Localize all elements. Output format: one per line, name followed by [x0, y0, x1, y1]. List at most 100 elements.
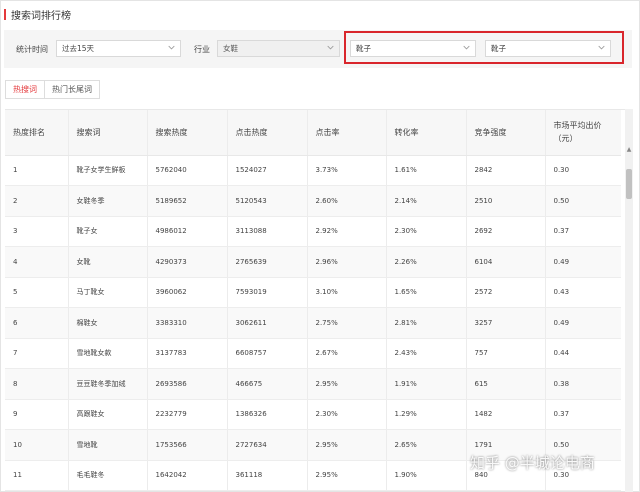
table-cell: 6608757	[227, 338, 308, 369]
table-cell: 1.29%	[386, 399, 467, 430]
table-cell: 2.14%	[386, 185, 467, 217]
column-header[interactable]: 点击热度	[227, 110, 308, 156]
table-cell: 3062611	[227, 307, 308, 339]
table-cell: 靴子女学生鲜板	[68, 155, 148, 186]
table-cell: 女鞋冬季	[68, 185, 148, 217]
table-row: 6 棉鞋女 3383310 3062611 2.75% 2.81% 3257 0…	[5, 307, 621, 339]
table-cell: 2.75%	[307, 307, 387, 339]
chevron-down-icon	[168, 45, 175, 50]
column-header[interactable]: 搜索热度	[147, 110, 228, 156]
table-cell: 0.30	[545, 155, 621, 186]
table-cell: 3	[5, 216, 69, 247]
table-cell: 5189652	[147, 185, 228, 217]
table-cell: 1386326	[227, 399, 308, 430]
title-accent-bar	[4, 8, 6, 20]
table-row: 7 雪地靴女款 3137783 6608757 2.67% 2.43% 757 …	[5, 338, 621, 369]
table-row: 8 豆豆鞋冬季加绒 2693586 466675 2.95% 1.91% 615…	[5, 368, 621, 400]
table-cell: 7	[5, 338, 69, 369]
page-header: 搜索词排行榜	[4, 8, 71, 22]
tab-hot-keywords[interactable]: 热搜词	[5, 80, 45, 99]
table-cell: 4986012	[147, 216, 228, 247]
table-cell: 2.92%	[307, 216, 387, 247]
table-cell: 2.67%	[307, 338, 387, 369]
industry-label: 行业	[194, 45, 210, 54]
table-cell: 0.50	[545, 185, 621, 217]
table-cell: 615	[466, 368, 546, 400]
scroll-up-arrow-icon[interactable]: ▲	[625, 146, 633, 154]
table-cell: 8	[5, 368, 69, 400]
table-cell: 0.49	[545, 307, 621, 339]
column-header[interactable]: 热度排名	[5, 110, 69, 156]
watermark: 知乎 @半城论电商	[470, 454, 595, 472]
table-cell: 2.95%	[307, 460, 387, 491]
table-cell: 10	[5, 429, 69, 461]
table-cell: 361118	[227, 460, 308, 491]
table-cell: 2.65%	[386, 429, 467, 461]
table-cell: 2572	[466, 277, 546, 308]
table-cell: 1.90%	[386, 460, 467, 491]
period-select[interactable]: 过去15天	[56, 40, 181, 57]
table-cell: 11	[5, 460, 69, 491]
table-cell: 3137783	[147, 338, 228, 369]
table-cell: 2842	[466, 155, 546, 186]
table-cell: 5762040	[147, 155, 228, 186]
table-cell: 2.43%	[386, 338, 467, 369]
page-title: 搜索词排行榜	[11, 10, 71, 22]
table-cell: 7593019	[227, 277, 308, 308]
table-cell: 女靴	[68, 246, 148, 278]
table-cell: 1642042	[147, 460, 228, 491]
table-cell: 1753566	[147, 429, 228, 461]
chevron-down-icon	[327, 45, 334, 50]
table-cell: 高跟鞋女	[68, 399, 148, 430]
table-row: 4 女靴 4290373 2765639 2.96% 2.26% 6104 0.…	[5, 246, 621, 278]
column-header[interactable]: 竞争强度	[466, 110, 546, 156]
vertical-scrollbar[interactable]: ▲	[625, 109, 633, 492]
table-cell: 2693586	[147, 368, 228, 400]
table-cell: 6	[5, 307, 69, 339]
table-cell: 2.26%	[386, 246, 467, 278]
table-cell: 1.91%	[386, 368, 467, 400]
table-cell: 1	[5, 155, 69, 186]
table-cell: 1524027	[227, 155, 308, 186]
table-row: 1 靴子女学生鲜板 5762040 1524027 3.73% 1.61% 28…	[5, 155, 621, 186]
column-header[interactable]: 转化率	[386, 110, 467, 156]
table-cell: 5	[5, 277, 69, 308]
table-cell: 马丁靴女	[68, 277, 148, 308]
table-cell: 2692	[466, 216, 546, 247]
table-cell: 棉鞋女	[68, 307, 148, 339]
table-cell: 雪地靴女款	[68, 338, 148, 369]
tab-long-tail-keywords[interactable]: 热门长尾词	[45, 80, 100, 99]
table-cell: 0.38	[545, 368, 621, 400]
column-header[interactable]: 市场平均出价（元）	[545, 110, 621, 156]
table-cell: 2.96%	[307, 246, 387, 278]
table-cell: 2727634	[227, 429, 308, 461]
table-cell: 2510	[466, 185, 546, 217]
table-cell: 毛毛鞋冬	[68, 460, 148, 491]
table-cell: 3960062	[147, 277, 228, 308]
table-cell: 2.60%	[307, 185, 387, 217]
table-cell: 2.30%	[307, 399, 387, 430]
table-cell: 2.95%	[307, 368, 387, 400]
table-cell: 3383310	[147, 307, 228, 339]
table-cell: 0.43	[545, 277, 621, 308]
column-header[interactable]: 搜索词	[68, 110, 148, 156]
table-cell: 9	[5, 399, 69, 430]
table-cell: 2765639	[227, 246, 308, 278]
table-cell: 0.37	[545, 399, 621, 430]
period-label: 统计时间	[16, 45, 48, 54]
industry-select[interactable]: 女鞋	[217, 40, 340, 57]
table-cell: 豆豆鞋冬季加绒	[68, 368, 148, 400]
table-cell: 3257	[466, 307, 546, 339]
column-header[interactable]: 点击率	[307, 110, 387, 156]
scrollbar-thumb[interactable]	[626, 169, 632, 199]
table-header-row: 热度排名 搜索词 搜索热度 点击热度 点击率 转化率 竞争强度 市场平均出价（元…	[5, 110, 621, 156]
table-cell: 3.73%	[307, 155, 387, 186]
table-cell: 3113088	[227, 216, 308, 247]
period-select-value: 过去15天	[62, 44, 95, 53]
table-cell: 2.81%	[386, 307, 467, 339]
table-cell: 雪地靴	[68, 429, 148, 461]
table-cell: 1482	[466, 399, 546, 430]
table-cell: 1.61%	[386, 155, 467, 186]
table-cell: 4290373	[147, 246, 228, 278]
table-cell: 2	[5, 185, 69, 217]
